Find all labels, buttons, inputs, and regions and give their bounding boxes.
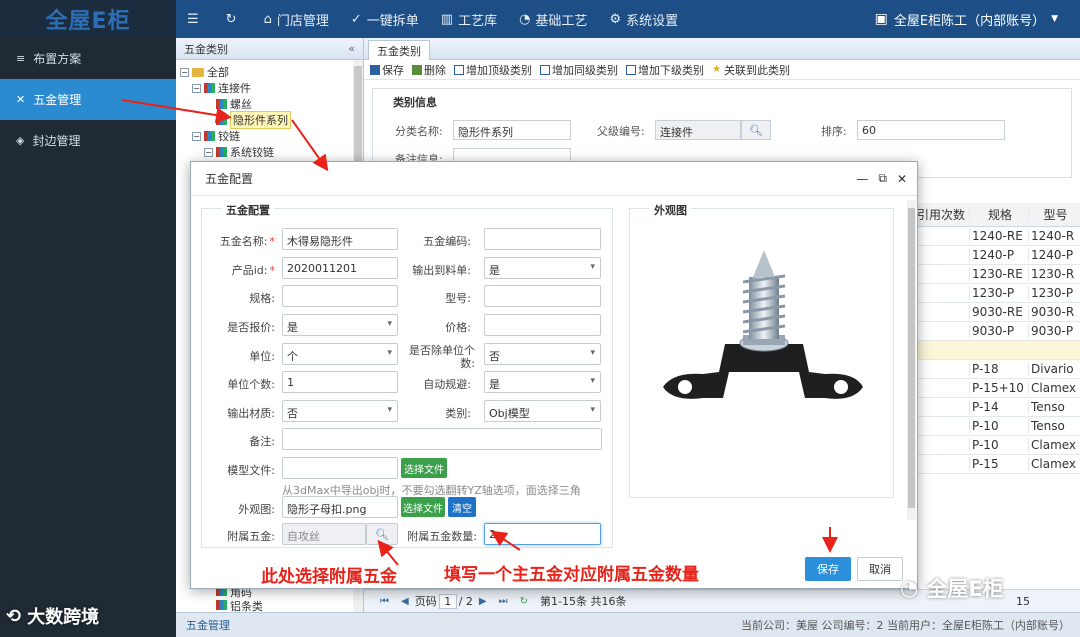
arrow-to-tree-node: [121, 99, 232, 123]
watermark-right: ◔ 全屋E柜: [900, 576, 1004, 601]
arrow-to-attached-field: [377, 539, 399, 566]
annotation-arrows: [121, 99, 838, 566]
arrow-to-quantity-field: [490, 530, 521, 551]
arrow-to-dialog: [291, 119, 329, 172]
wechat-icon: ◔: [900, 576, 919, 600]
watermark-left: ⟲ 大数跨境: [6, 605, 100, 629]
watermark-logo-icon: ⟲: [6, 605, 22, 627]
